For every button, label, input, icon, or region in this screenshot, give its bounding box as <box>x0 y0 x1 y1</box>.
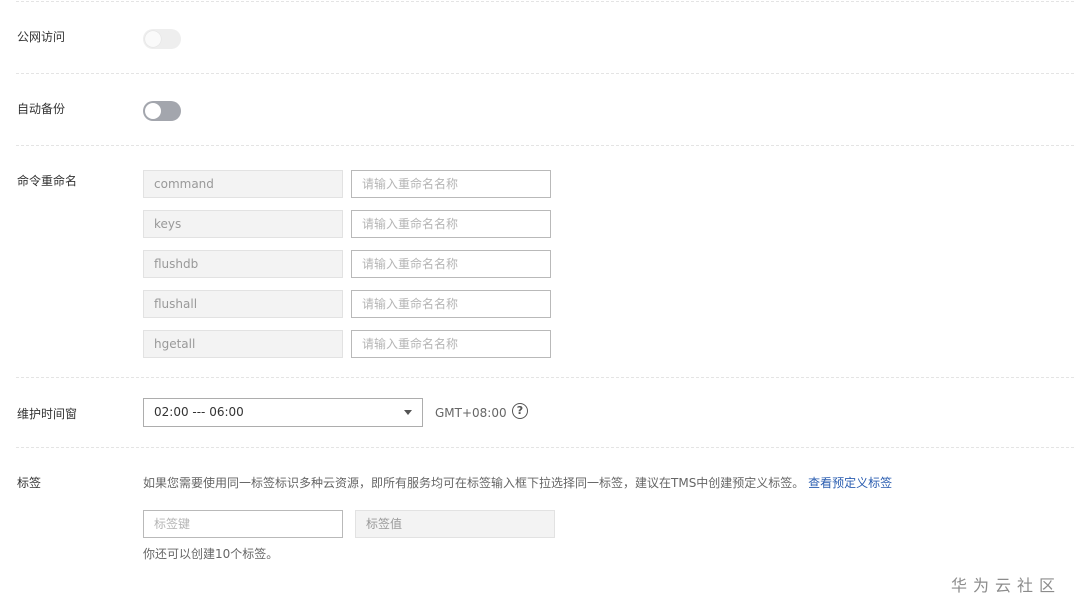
divider-3 <box>16 377 1074 378</box>
timezone-label: GMT+08:00 <box>435 406 507 420</box>
help-icon[interactable]: ? <box>512 403 528 419</box>
maintenance-window-value: 02:00 --- 06:00 <box>154 405 244 419</box>
divider-1 <box>16 73 1074 74</box>
caret-down-icon <box>404 410 412 415</box>
toggle-knob <box>145 31 161 47</box>
command-name-field: flushall <box>143 290 343 318</box>
command-name-field: command <box>143 170 343 198</box>
tags-remaining-hint: 你还可以创建10个标签。 <box>143 547 279 561</box>
command-rename-input[interactable]: 请输入重命名名称 <box>351 290 551 318</box>
auto-backup-label: 自动备份 <box>17 102 66 116</box>
watermark: 华为云社区 <box>950 576 1061 595</box>
auto-backup-toggle[interactable] <box>143 101 181 121</box>
command-name-field: keys <box>143 210 343 238</box>
tags-label: 标签 <box>17 476 42 490</box>
divider-4 <box>16 447 1074 448</box>
command-rename-input[interactable]: 请输入重命名名称 <box>351 170 551 198</box>
tags-description-text: 如果您需要使用同一标签标识多种云资源，即所有服务均可在标签输入框下拉选择同一标签… <box>143 476 805 490</box>
public-access-label: 公网访问 <box>17 30 66 44</box>
command-rename-input[interactable]: 请输入重命名名称 <box>351 250 551 278</box>
command-rename-label: 命令重命名 <box>17 174 78 188</box>
divider-2 <box>16 145 1074 146</box>
toggle-knob <box>145 103 161 119</box>
public-access-toggle[interactable] <box>143 29 181 49</box>
tag-value-input: 标签值 <box>355 510 555 538</box>
maintenance-window-select[interactable]: 02:00 --- 06:00 <box>143 398 423 427</box>
view-predefined-tags-link[interactable]: 查看预定义标签 <box>808 476 892 490</box>
command-name-field: flushdb <box>143 250 343 278</box>
divider-top <box>16 1 1074 2</box>
command-name-field: hgetall <box>143 330 343 358</box>
tags-description: 如果您需要使用同一标签标识多种云资源，即所有服务均可在标签输入框下拉选择同一标签… <box>143 475 892 491</box>
command-rename-input[interactable]: 请输入重命名名称 <box>351 330 551 358</box>
maintenance-window-label: 维护时间窗 <box>17 407 78 421</box>
command-rename-input[interactable]: 请输入重命名名称 <box>351 210 551 238</box>
tag-key-input[interactable]: 标签键 <box>143 510 343 538</box>
